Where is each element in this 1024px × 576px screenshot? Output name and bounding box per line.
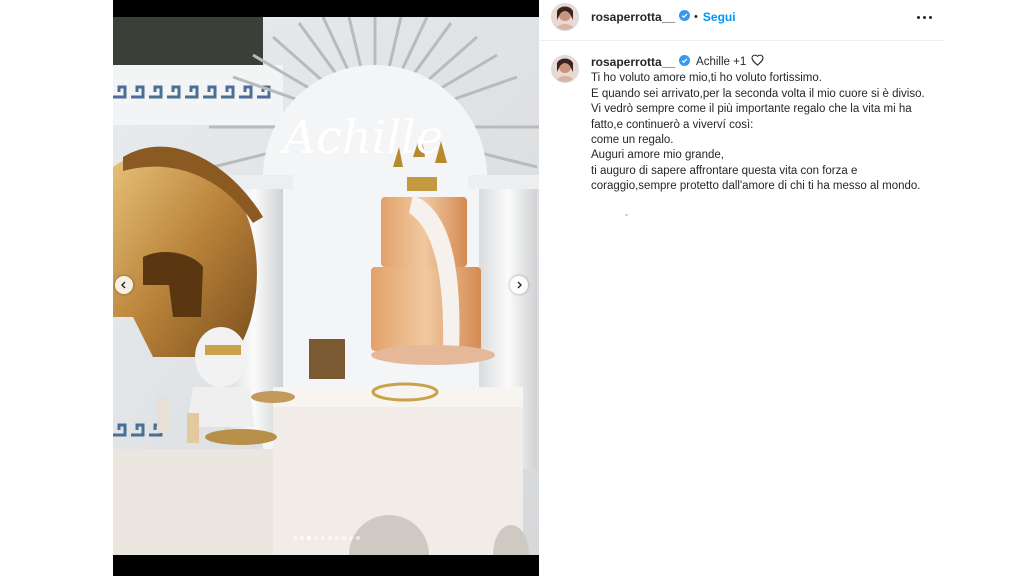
carousel-dot: [292, 536, 297, 540]
carousel-dot: [348, 536, 353, 540]
carousel-dot: [306, 536, 311, 540]
caption-line: E quando sei arrivato,per la seconda vol…: [591, 87, 925, 100]
carousel-dot: [299, 536, 304, 540]
carousel-dot: [355, 536, 360, 540]
verified-badge-icon: [679, 54, 691, 71]
header-separator: •: [694, 11, 698, 23]
post-media: Achille: [113, 0, 539, 576]
overlay-title: Achille: [279, 110, 443, 164]
caption-first-line: rosaperrotta__ Achille +1: [591, 54, 931, 71]
carousel-prev-button[interactable]: [115, 276, 133, 294]
carousel-dot: [341, 536, 346, 540]
caption-avatar[interactable]: [551, 55, 579, 83]
scroll-hint: [625, 214, 628, 216]
caption-line: come un regalo.: [591, 134, 674, 147]
chevron-right-icon: [517, 281, 522, 289]
caption-line: Auguri amore mio grande,: [591, 149, 724, 162]
caption-username[interactable]: rosaperrotta__: [591, 55, 675, 70]
caption-title: Achille +1: [696, 56, 747, 68]
caption-line: Ti ho voluto amore mio,ti ho voluto fort…: [591, 72, 822, 85]
post-header: rosaperrotta__ • Segui: [539, 0, 943, 41]
caption-line: Vi vedrò sempre come il più importante r…: [591, 103, 915, 131]
header-username[interactable]: rosaperrotta__: [591, 10, 675, 24]
carousel-indicator: [113, 536, 539, 540]
chevron-left-icon: [121, 281, 126, 289]
caption-body: rosaperrotta__ Achille +1 Ti ho voluto a…: [591, 54, 931, 195]
carousel-dot: [320, 536, 325, 540]
carousel-dot: [327, 536, 332, 540]
carousel-dot: [334, 536, 339, 540]
avatar[interactable]: [551, 3, 579, 31]
caption-line: ti auguro di sapere affrontare questa vi…: [591, 164, 921, 193]
post-photo: Achille: [113, 17, 539, 555]
heart-outline-icon[interactable]: [751, 54, 764, 71]
more-options-icon[interactable]: [913, 7, 935, 27]
follow-button[interactable]: Segui: [703, 10, 736, 24]
carousel-next-button[interactable]: [510, 276, 528, 294]
caption-comment: rosaperrotta__ Achille +1 Ti ho voluto a…: [551, 54, 931, 195]
post-side-panel: rosaperrotta__ • Segui rosaperrotta__ Ac…: [539, 0, 943, 576]
verified-badge-icon: [679, 8, 691, 26]
carousel-dot: [313, 536, 318, 540]
